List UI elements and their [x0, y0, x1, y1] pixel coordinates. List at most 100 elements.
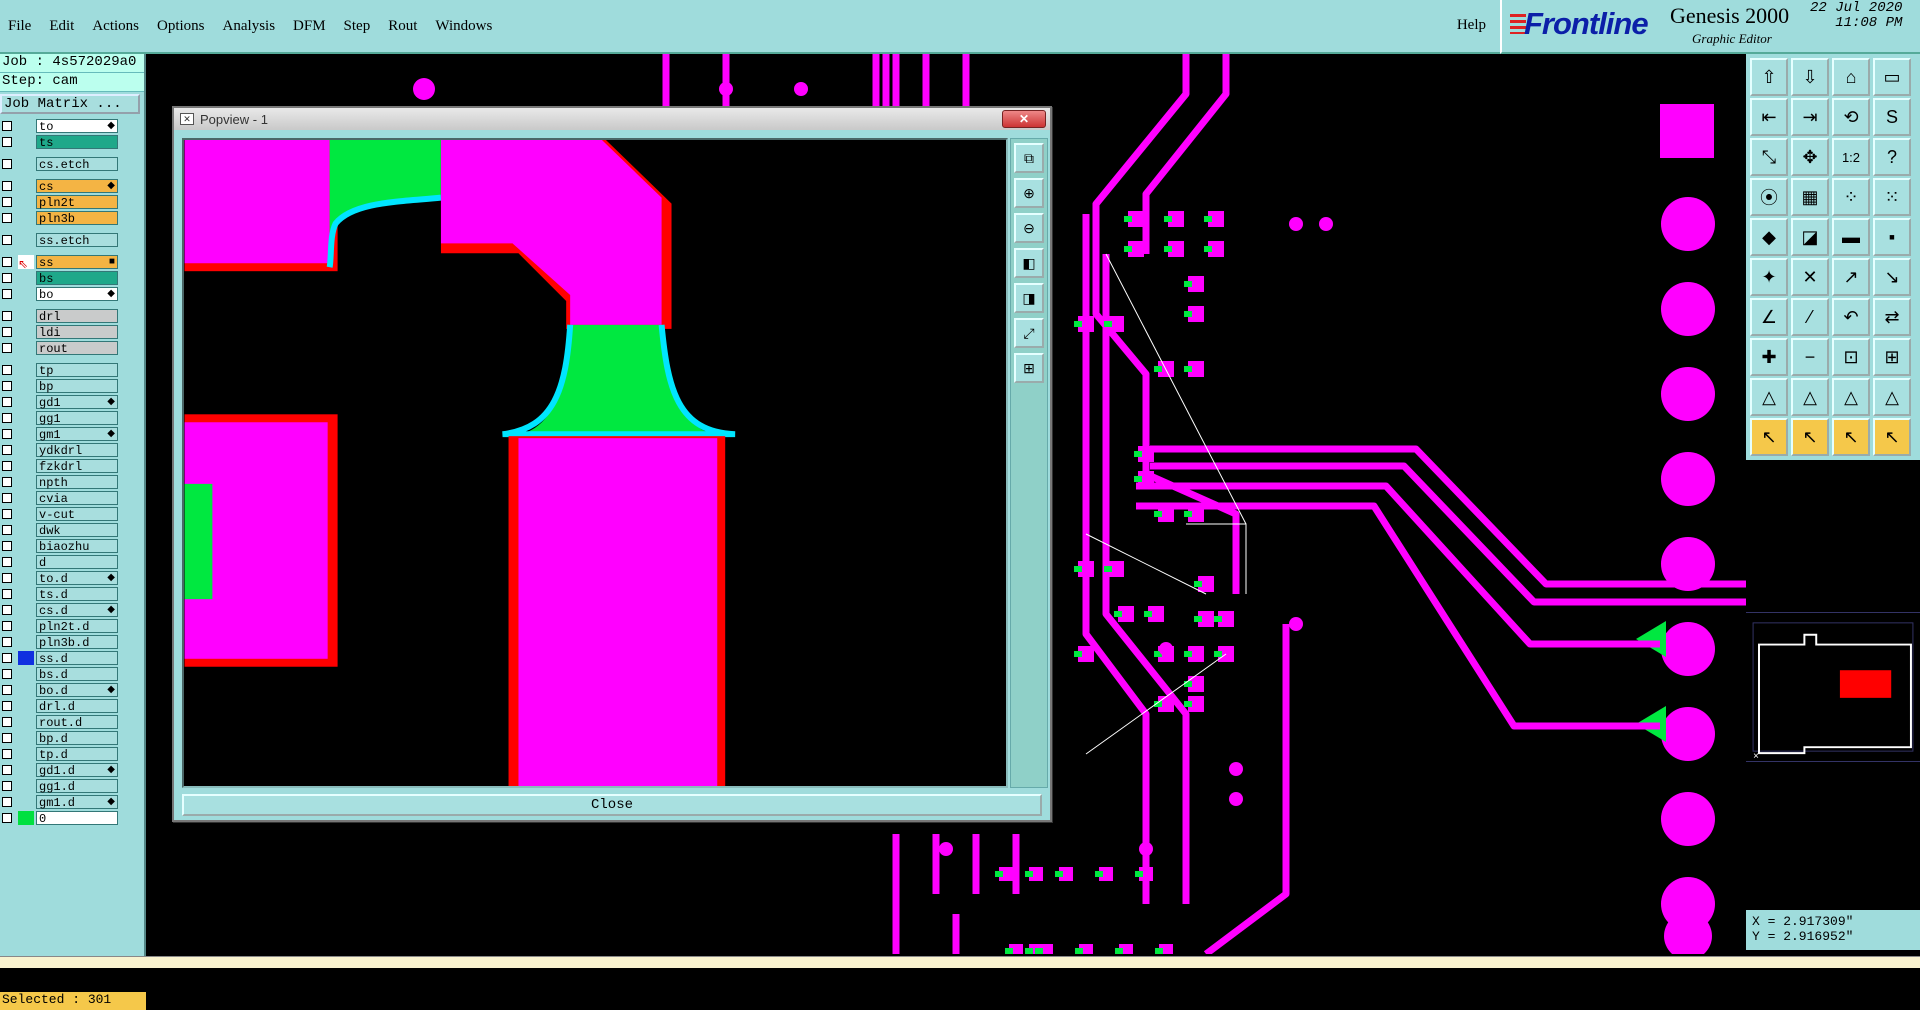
- layer-row[interactable]: bs.d: [0, 666, 144, 682]
- layer-checkbox[interactable]: [2, 541, 12, 551]
- layer-name[interactable]: tp: [36, 363, 118, 378]
- layer-name[interactable]: ss.d: [36, 651, 118, 666]
- layer-color-swatch[interactable]: [18, 523, 34, 537]
- menu-options[interactable]: Options: [148, 18, 214, 35]
- minus-icon[interactable]: −: [1791, 338, 1829, 376]
- zoom-out-icon[interactable]: ⊖: [1014, 213, 1044, 243]
- layer-checkbox[interactable]: [2, 765, 12, 775]
- layer-color-swatch[interactable]: [18, 135, 34, 149]
- layer-color-swatch[interactable]: [18, 271, 34, 285]
- fit-icon[interactable]: ⟲: [1832, 98, 1870, 136]
- ratio-icon[interactable]: 1:2: [1832, 138, 1870, 176]
- layer-row[interactable]: gd1 ◆: [0, 394, 144, 410]
- query-icon[interactable]: ?: [1873, 138, 1911, 176]
- cross-icon[interactable]: ✕: [1791, 258, 1829, 296]
- layer-color-swatch[interactable]: [18, 747, 34, 761]
- layer-name[interactable]: rout.d: [36, 715, 118, 730]
- layer-checkbox[interactable]: [2, 197, 12, 207]
- layer-name[interactable]: to ◆: [36, 119, 118, 134]
- zoom-fit-icon[interactable]: ⤢: [1014, 318, 1044, 348]
- tri1-icon[interactable]: △: [1750, 378, 1788, 416]
- menu-edit[interactable]: Edit: [40, 18, 83, 35]
- layer-checkbox[interactable]: [2, 181, 12, 191]
- layer-checkbox[interactable]: [2, 235, 12, 245]
- home-icon[interactable]: ⌂: [1832, 58, 1870, 96]
- group-icon[interactable]: ⊞: [1873, 338, 1911, 376]
- layer-color-swatch[interactable]: [18, 731, 34, 745]
- layer-row[interactable]: ts: [0, 134, 144, 150]
- tri2-icon[interactable]: △: [1791, 378, 1829, 416]
- layer-row[interactable]: ydkdrl: [0, 442, 144, 458]
- slope-icon[interactable]: ⁄: [1791, 298, 1829, 336]
- layer-checkbox[interactable]: [2, 653, 12, 663]
- layer-name[interactable]: rout: [36, 341, 118, 356]
- layer-name[interactable]: gm1 ◆: [36, 427, 118, 442]
- layer-row[interactable]: dwk: [0, 522, 144, 538]
- layer-name[interactable]: fzkdrl: [36, 459, 118, 474]
- zoom-in-icon[interactable]: ⊕: [1014, 178, 1044, 208]
- layer-row[interactable]: ts.d: [0, 586, 144, 602]
- layer-row[interactable]: to ◆: [0, 118, 144, 134]
- popview-canvas[interactable]: [182, 138, 1008, 788]
- layer-name[interactable]: ldi: [36, 325, 118, 340]
- layer-name[interactable]: drl: [36, 309, 118, 324]
- layer-checkbox[interactable]: [2, 365, 12, 375]
- layer-down-icon[interactable]: ⇩: [1791, 58, 1829, 96]
- pad-icon[interactable]: ▪: [1873, 218, 1911, 256]
- layer-name[interactable]: tp.d: [36, 747, 118, 762]
- popview-close-button[interactable]: Close: [182, 794, 1042, 816]
- layer-name[interactable]: ts: [36, 135, 118, 150]
- flip-icon[interactable]: ⇄: [1873, 298, 1911, 336]
- snap2-icon[interactable]: ⁙: [1873, 178, 1911, 216]
- layer-row[interactable]: d: [0, 554, 144, 570]
- layer-name[interactable]: bo.d ◆: [36, 683, 118, 698]
- layer-color-swatch[interactable]: [18, 195, 34, 209]
- layer-checkbox[interactable]: [2, 605, 12, 615]
- layer-color-swatch[interactable]: [18, 715, 34, 729]
- layer-checkbox[interactable]: [2, 733, 12, 743]
- layer-name[interactable]: d: [36, 555, 118, 570]
- layer-color-swatch[interactable]: [18, 411, 34, 425]
- layer-row[interactable]: pln3b.d: [0, 634, 144, 650]
- layer-checkbox[interactable]: [2, 669, 12, 679]
- minimap[interactable]: ×: [1746, 612, 1920, 762]
- layer-checkbox[interactable]: [2, 213, 12, 223]
- layer-row[interactable]: bo.d ◆: [0, 682, 144, 698]
- layer-checkbox[interactable]: [2, 121, 12, 131]
- layer-name[interactable]: cvia: [36, 491, 118, 506]
- layer-name[interactable]: 0: [36, 811, 118, 826]
- layer-name[interactable]: gg1.d: [36, 779, 118, 794]
- pointer2-icon[interactable]: ↖: [1791, 418, 1829, 456]
- layer-row[interactable]: to.d ◆: [0, 570, 144, 586]
- layer-color-swatch[interactable]: [18, 119, 34, 133]
- layer-checkbox[interactable]: [2, 621, 12, 631]
- menu-step[interactable]: Step: [335, 18, 380, 35]
- layer-row[interactable]: ldi: [0, 324, 144, 340]
- layer-name[interactable]: pln3b.d: [36, 635, 118, 650]
- undo-icon[interactable]: ↶: [1832, 298, 1870, 336]
- layer-color-swatch[interactable]: [18, 491, 34, 505]
- layer-name[interactable]: bs.d: [36, 667, 118, 682]
- layer-color-swatch[interactable]: [18, 157, 34, 171]
- layer-name[interactable]: npth: [36, 475, 118, 490]
- layer-checkbox[interactable]: [2, 289, 12, 299]
- scroll-icon[interactable]: S: [1873, 98, 1911, 136]
- layer-row[interactable]: pln3b: [0, 210, 144, 226]
- menu-analysis[interactable]: Analysis: [214, 18, 285, 35]
- layer-name[interactable]: ss ■: [36, 255, 118, 270]
- layer-row[interactable]: pln2t: [0, 194, 144, 210]
- layer-name[interactable]: bp.d: [36, 731, 118, 746]
- layer-name[interactable]: bp: [36, 379, 118, 394]
- layer-row[interactable]: ⇖ ss ■: [0, 254, 144, 271]
- view-copy-icon[interactable]: ⧉: [1014, 143, 1044, 173]
- tri4-icon[interactable]: △: [1873, 378, 1911, 416]
- layer-color-swatch[interactable]: [18, 233, 34, 247]
- pan-right-icon[interactable]: ◨: [1014, 283, 1044, 313]
- layer-color-swatch[interactable]: [18, 603, 34, 617]
- layer-row[interactable]: gm1.d ◆: [0, 794, 144, 810]
- layer-name[interactable]: v-cut: [36, 507, 118, 522]
- layer-checkbox[interactable]: [2, 493, 12, 503]
- layer-color-swatch[interactable]: [18, 459, 34, 473]
- layer-row[interactable]: cs.d ◆: [0, 602, 144, 618]
- layer-row[interactable]: gm1 ◆: [0, 426, 144, 442]
